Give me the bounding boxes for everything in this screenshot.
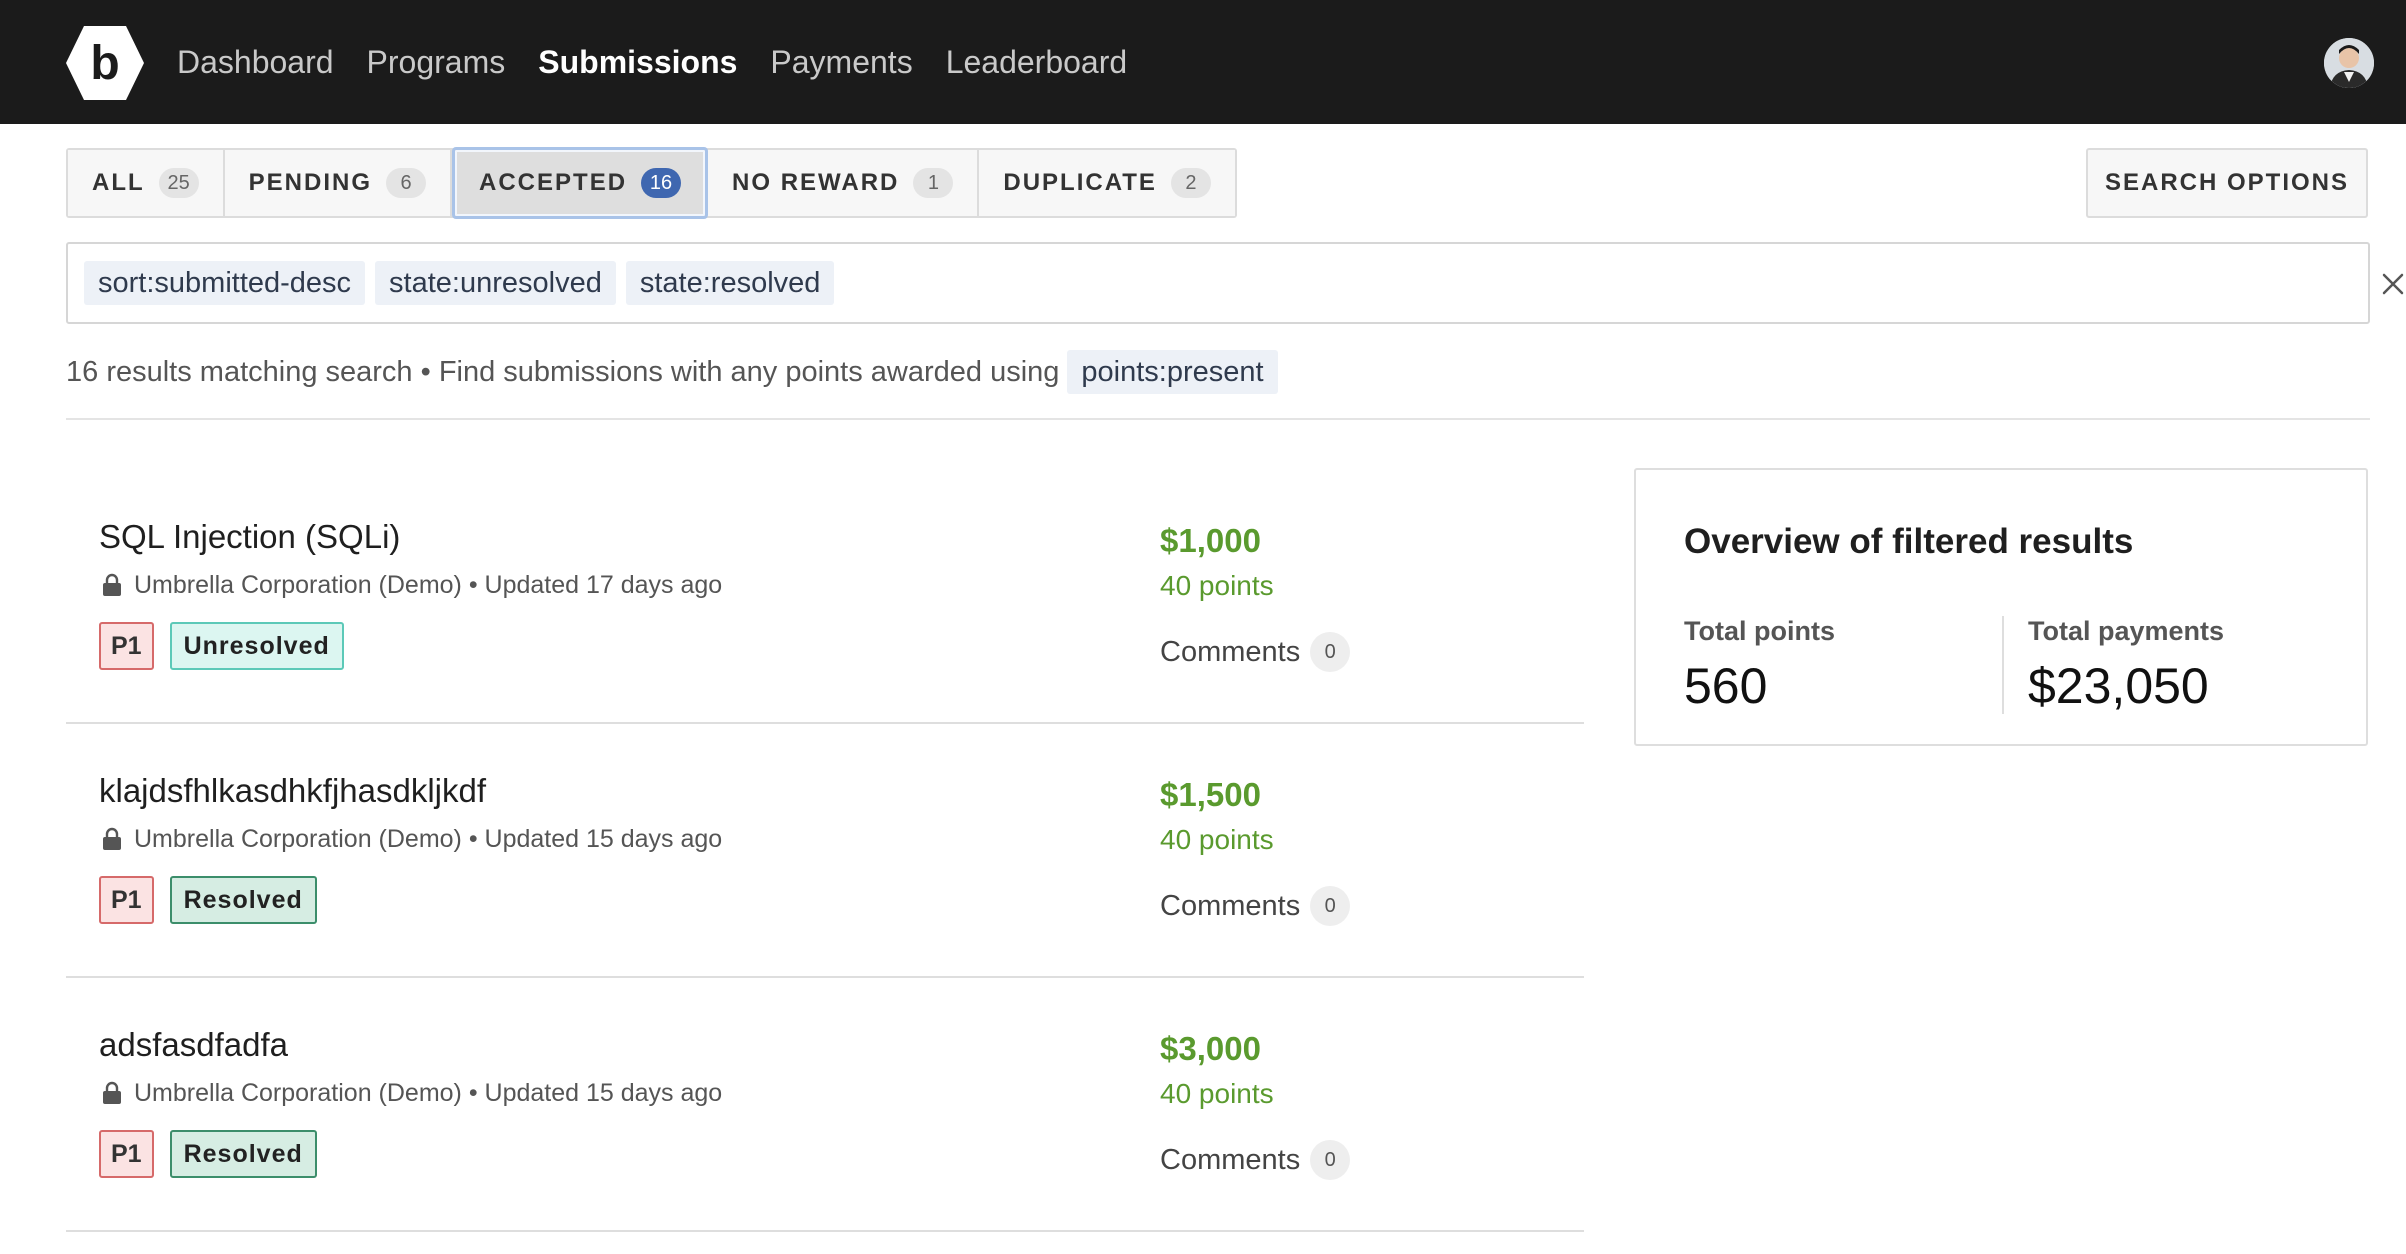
lock-icon bbox=[103, 573, 121, 596]
total-payments-stat: Total payments $23,050 bbox=[2028, 616, 2224, 715]
tab-count-badge: 16 bbox=[641, 168, 682, 198]
bugcrowd-logo-icon[interactable]: b bbox=[64, 22, 146, 104]
submission-meta-text: Umbrella Corporation (Demo) • Updated 17… bbox=[134, 570, 723, 599]
nav-links: Dashboard Programs Submissions Payments … bbox=[177, 0, 1160, 124]
total-payments-label: Total payments bbox=[2028, 616, 2225, 646]
svg-text:b: b bbox=[90, 37, 119, 90]
search-chip-sort[interactable]: sort:submitted-desc bbox=[84, 261, 366, 305]
submission-badges: P1 Resolved bbox=[99, 876, 317, 924]
user-avatar[interactable] bbox=[2324, 38, 2374, 88]
total-payments-value: $23,050 bbox=[2028, 658, 2209, 714]
tab-label: DUPLICATE bbox=[1003, 169, 1157, 196]
reward-amount: $1,000 bbox=[1160, 522, 1261, 559]
submission-title[interactable]: klajdsfhlkasdhkfjhasdkljkdf bbox=[99, 772, 486, 810]
status-badge: Unresolved bbox=[169, 622, 344, 670]
submission-badges: P1 Unresolved bbox=[99, 622, 344, 670]
tab-pending[interactable]: PENDING 6 bbox=[224, 150, 453, 216]
overview-panel: Overview of filtered results Total point… bbox=[1634, 468, 2368, 746]
top-navbar: b Dashboard Programs Submissions Payment… bbox=[0, 0, 2406, 124]
avatar-icon bbox=[2324, 38, 2374, 88]
submission-meta-text: Umbrella Corporation (Demo) • Updated 15… bbox=[134, 824, 723, 853]
nav-submissions[interactable]: Submissions bbox=[538, 44, 737, 81]
submission-title[interactable]: SQL Injection (SQLi) bbox=[99, 518, 400, 556]
list-item[interactable]: SQL Injection (SQLi) Umbrella Corporatio… bbox=[66, 470, 1584, 724]
total-points-label: Total points bbox=[1684, 616, 1835, 646]
tab-label: NO REWARD bbox=[732, 169, 900, 196]
submission-title[interactable]: adsfasdfadfa bbox=[99, 1026, 288, 1064]
list-item[interactable]: adsfasdfadfa Umbrella Corporation (Demo)… bbox=[66, 978, 1584, 1232]
reward-amount: $1,500 bbox=[1160, 776, 1261, 813]
total-points-stat: Total points 560 bbox=[1684, 616, 1835, 715]
total-points-value: 560 bbox=[1684, 658, 1768, 714]
search-query-input[interactable]: sort:submitted-desc state:unresolved sta… bbox=[66, 242, 2404, 324]
lock-icon bbox=[103, 827, 121, 850]
tab-all[interactable]: ALL 25 bbox=[68, 150, 225, 216]
nav-payments[interactable]: Payments bbox=[770, 44, 912, 81]
results-summary-text: 16 results matching search • Find submis… bbox=[66, 355, 1060, 388]
results-summary: 16 results matching search • Find submis… bbox=[66, 350, 1278, 394]
list-item[interactable]: klajdsfhlkasdhkfjhasdkljkdf Umbrella Cor… bbox=[66, 724, 1584, 978]
priority-badge: P1 bbox=[99, 876, 154, 924]
comments-label: Comments bbox=[1160, 889, 1301, 922]
nav-leaderboard[interactable]: Leaderboard bbox=[946, 44, 1127, 81]
tab-duplicate[interactable]: DUPLICATE 2 bbox=[979, 150, 1235, 216]
tab-label: ALL bbox=[92, 169, 145, 196]
tab-label: ACCEPTED bbox=[479, 169, 628, 196]
divider bbox=[66, 418, 2370, 420]
overview-title: Overview of filtered results bbox=[1684, 522, 2134, 561]
tab-count-badge: 25 bbox=[158, 168, 199, 198]
submission-meta: Umbrella Corporation (Demo) • Updated 15… bbox=[102, 824, 722, 854]
tab-count-badge: 1 bbox=[913, 168, 954, 198]
status-badge: Resolved bbox=[169, 876, 317, 924]
reward-points: 40 points bbox=[1160, 570, 1274, 601]
comments-count-badge: 0 bbox=[1310, 632, 1351, 672]
submission-meta: Umbrella Corporation (Demo) • Updated 17… bbox=[102, 570, 722, 600]
search-chip-state-unresolved[interactable]: state:unresolved bbox=[375, 261, 616, 305]
query-hint-chip[interactable]: points:present bbox=[1067, 350, 1278, 394]
tab-label: PENDING bbox=[248, 169, 373, 196]
reward-points: 40 points bbox=[1160, 1078, 1274, 1109]
submission-state-tabs: ALL 25 PENDING 6 ACCEPTED 16 NO REWARD 1… bbox=[66, 147, 1237, 219]
comments-link[interactable]: Comments 0 bbox=[1160, 1138, 1351, 1182]
nav-dashboard[interactable]: Dashboard bbox=[177, 44, 334, 81]
status-badge: Resolved bbox=[169, 1130, 317, 1178]
priority-badge: P1 bbox=[99, 1130, 154, 1178]
search-chip-state-resolved[interactable]: state:resolved bbox=[625, 261, 835, 305]
reward-points: 40 points bbox=[1160, 824, 1274, 855]
comments-link[interactable]: Comments 0 bbox=[1160, 630, 1351, 674]
tab-count-badge: 2 bbox=[1170, 168, 1211, 198]
tab-count-badge: 6 bbox=[386, 168, 427, 198]
comments-count-badge: 0 bbox=[1310, 886, 1351, 926]
reward-amount: $3,000 bbox=[1160, 1030, 1261, 1067]
submission-badges: P1 Resolved bbox=[99, 1130, 317, 1178]
nav-programs[interactable]: Programs bbox=[367, 44, 506, 81]
tab-accepted[interactable]: ACCEPTED 16 bbox=[452, 147, 709, 219]
comments-count-badge: 0 bbox=[1310, 1140, 1351, 1180]
stat-divider bbox=[2002, 616, 2004, 714]
tab-no-reward[interactable]: NO REWARD 1 bbox=[708, 150, 980, 216]
search-options-button[interactable]: SEARCH OPTIONS bbox=[2086, 148, 2368, 218]
comments-label: Comments bbox=[1160, 635, 1301, 668]
comments-link[interactable]: Comments 0 bbox=[1160, 884, 1351, 928]
submission-meta-text: Umbrella Corporation (Demo) • Updated 15… bbox=[134, 1078, 723, 1107]
lock-icon bbox=[103, 1081, 121, 1104]
priority-badge: P1 bbox=[99, 622, 154, 670]
submission-meta: Umbrella Corporation (Demo) • Updated 15… bbox=[102, 1078, 722, 1108]
close-icon[interactable] bbox=[2380, 271, 2406, 297]
submission-list: SQL Injection (SQLi) Umbrella Corporatio… bbox=[66, 470, 1584, 1232]
comments-label: Comments bbox=[1160, 1143, 1301, 1176]
